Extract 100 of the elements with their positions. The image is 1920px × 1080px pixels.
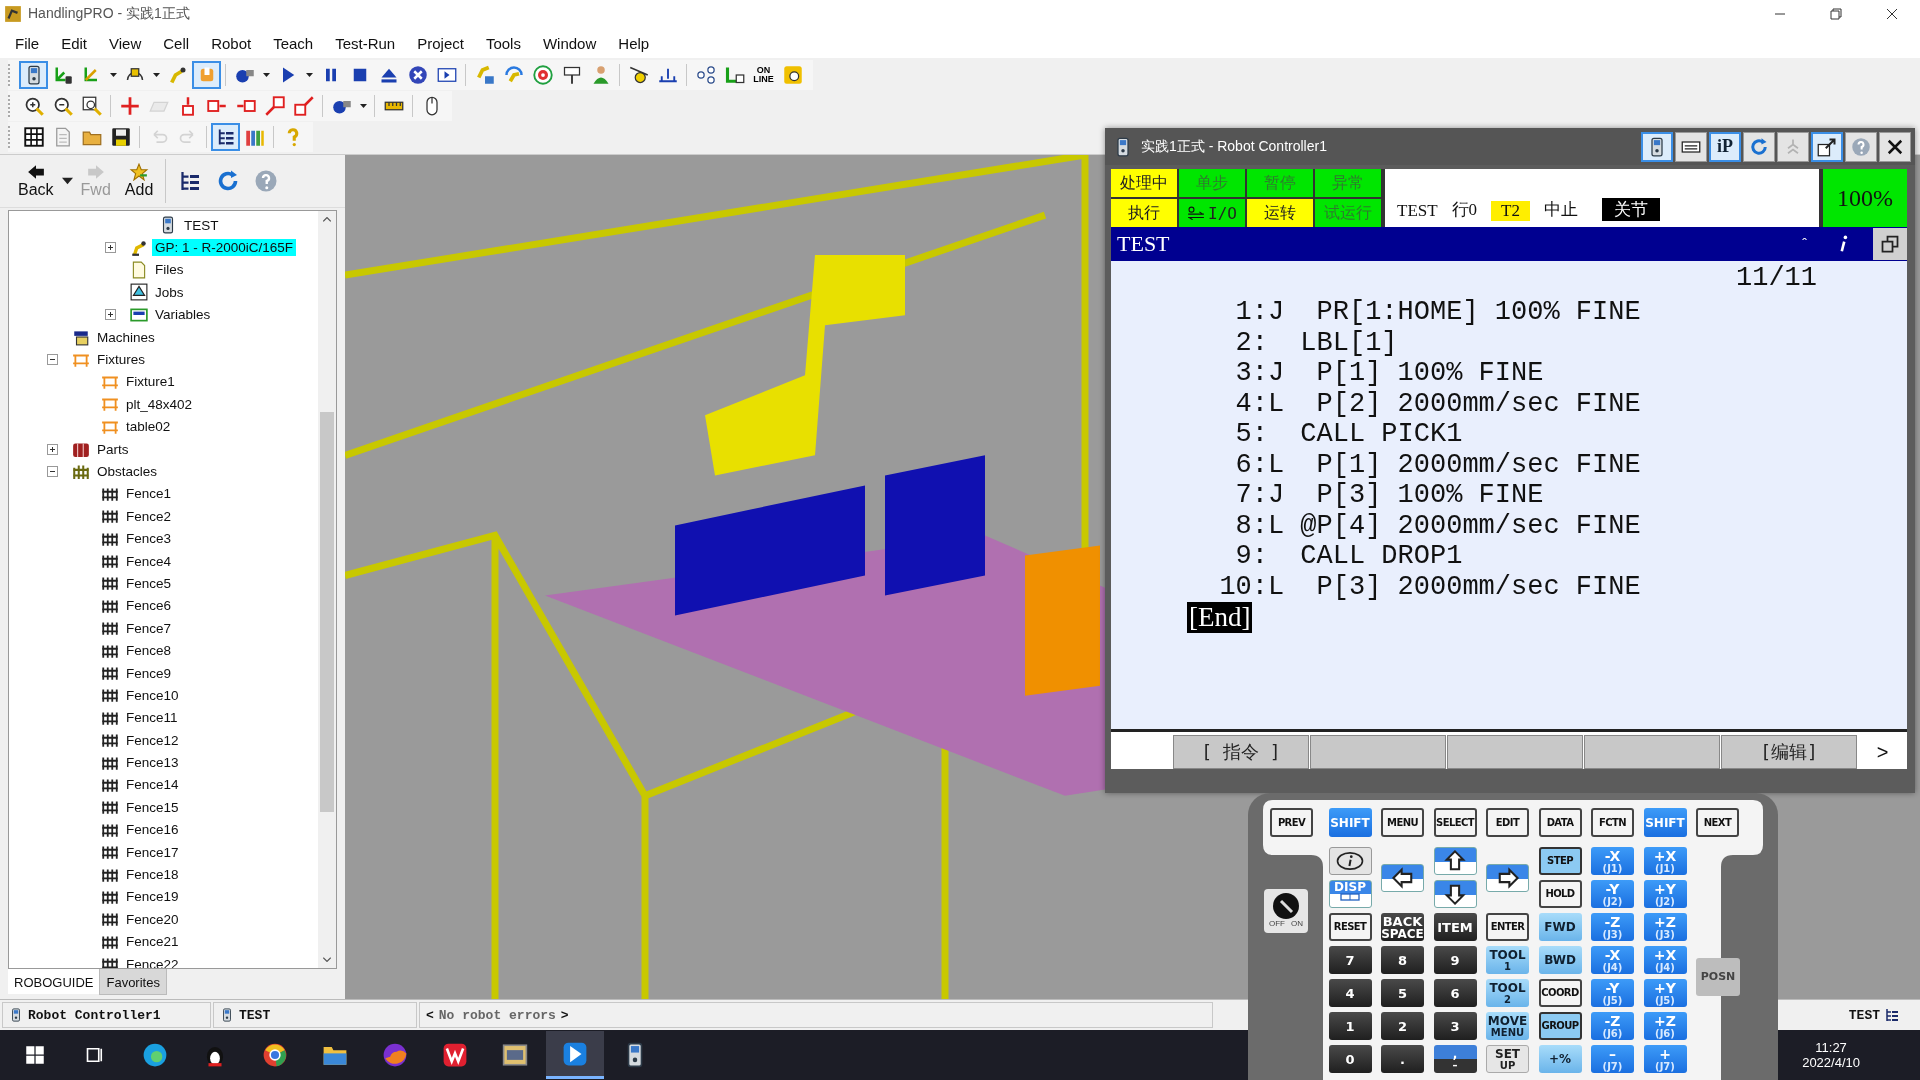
keypad-key[interactable]: 1 (1328, 1012, 1372, 1040)
tree-item[interactable]: TEST (181, 216, 222, 234)
keypad-key[interactable]: SHIFT (1643, 808, 1687, 837)
tree-item[interactable]: Fence4 (123, 552, 175, 570)
keypad-key[interactable]: POSN (1696, 957, 1740, 996)
keypad-key[interactable]: BACK SPACE (1381, 913, 1424, 941)
tree-item[interactable]: Fixture1 (123, 373, 178, 391)
tree-item[interactable]: GP: 1 - R-2000iC/165F (152, 239, 297, 257)
tree-item[interactable]: Machines (94, 328, 158, 346)
keypad-key[interactable]: MOVE MENU (1486, 1012, 1529, 1040)
menu-item[interactable]: Teach (264, 30, 323, 56)
menu-item[interactable]: Help (609, 30, 659, 56)
keypad-key[interactable]: HOLD (1538, 880, 1582, 908)
keypad-key[interactable]: 5 (1381, 979, 1424, 1007)
navigator-button[interactable]: Back (12, 163, 60, 199)
tree-item[interactable]: Fence2 (123, 507, 175, 525)
menu-item[interactable]: Window (533, 30, 606, 56)
tree-item[interactable]: Fence13 (123, 754, 182, 772)
tree-item[interactable]: Jobs (152, 283, 187, 301)
tree-item[interactable]: table02 (123, 418, 174, 436)
tree-item[interactable]: plt_48x402 (123, 395, 196, 413)
tree-item[interactable]: Fence22 (123, 955, 182, 968)
keypad-key[interactable]: FCTN (1591, 808, 1634, 837)
keypad-key[interactable]: 8 (1381, 946, 1424, 974)
function-key[interactable]: [编辑] (1721, 735, 1857, 769)
keypad-key[interactable]: +X (J1) (1643, 847, 1687, 875)
tree-item[interactable]: Fence18 (123, 866, 182, 883)
tree-item[interactable]: Fence1 (123, 485, 175, 503)
tree-item[interactable]: Fence21 (123, 933, 182, 951)
tree-item[interactable]: Fence15 (123, 798, 182, 816)
tree-item[interactable]: Fence3 (123, 530, 175, 548)
keypad-key[interactable]: 4 (1328, 979, 1372, 1007)
keypad-key[interactable]: FWD (1538, 913, 1582, 941)
keypad-key[interactable]: SELECT (1433, 808, 1477, 837)
keypad-key[interactable]: 0 (1328, 1045, 1372, 1073)
panel-tab[interactable]: Favorites (99, 969, 167, 995)
tree-item[interactable]: Files (152, 261, 187, 279)
tree-item[interactable]: Fence7 (123, 619, 175, 637)
menu-item[interactable]: Project (408, 30, 473, 56)
keypad-key[interactable]: DATA (1538, 808, 1582, 837)
enable-switch[interactable]: OFF ON (1264, 888, 1308, 933)
tree-item[interactable]: Fence17 (123, 843, 182, 861)
keypad-key[interactable]: 2 (1381, 1012, 1424, 1040)
keypad-key[interactable]: MENU (1381, 808, 1424, 837)
next-page-arrow[interactable]: > (1858, 735, 1907, 769)
tree-item[interactable]: Fence10 (123, 686, 182, 704)
tree-item[interactable]: Variables (152, 306, 214, 324)
keypad-key[interactable]: 6 (1433, 979, 1477, 1007)
end-marker[interactable]: [End] (1187, 602, 1253, 633)
keypad-key[interactable]: TOOL 2 (1486, 979, 1529, 1007)
navigator-button[interactable]: Add (118, 163, 160, 199)
keypad-key[interactable]: RESET (1328, 913, 1372, 941)
tree-item[interactable]: Fixtures (94, 351, 148, 369)
keypad-key[interactable]: PREV (1270, 808, 1313, 837)
keypad-key[interactable]: BWD (1538, 946, 1582, 974)
menu-item[interactable]: Cell (154, 30, 199, 56)
keypad-key[interactable]: DISP (1328, 880, 1372, 908)
tree-item[interactable]: Fence16 (123, 821, 182, 839)
menu-item[interactable]: Tools (476, 30, 530, 56)
keypad-key[interactable]: +% (1538, 1045, 1582, 1073)
next-arrow[interactable]: > (560, 1007, 569, 1023)
keypad-key[interactable]: 7 (1328, 946, 1372, 974)
menu-item[interactable]: Test-Run (326, 30, 405, 56)
keypad-key[interactable]: 9 (1433, 946, 1477, 974)
keypad-key[interactable]: TOOL 1 (1486, 946, 1529, 974)
menu-item[interactable]: View (100, 30, 151, 56)
tree-item[interactable]: Fence8 (123, 642, 175, 660)
menu-item[interactable]: File (6, 30, 49, 56)
controller-title: 实践1正式 - Robot Controller1 (1141, 137, 1327, 156)
tree-item[interactable]: Fence11 (123, 709, 181, 727)
tree-item[interactable]: Fence5 (123, 574, 175, 592)
tree-item[interactable]: Fence20 (123, 910, 182, 928)
keypad-key[interactable]: SHIFT (1328, 808, 1372, 837)
tree-item[interactable]: Parts (94, 440, 132, 458)
toolbar-button[interactable]: ON LINE (749, 61, 778, 89)
tree-item[interactable]: Fence14 (123, 776, 182, 794)
keypad-key[interactable]: EDIT (1486, 808, 1529, 837)
tree-item[interactable]: Fence12 (123, 731, 182, 749)
keypad-key[interactable]: , – (1433, 1045, 1477, 1073)
keypad-key[interactable]: 3 (1433, 1012, 1477, 1040)
keypad-key[interactable]: COORD (1538, 979, 1582, 1007)
keypad-key[interactable]: GROUP (1538, 1012, 1582, 1040)
keypad-key[interactable]: ENTER (1486, 913, 1529, 941)
controller-tool-button[interactable]: iP (1709, 131, 1741, 162)
keypad-key[interactable]: STEP (1538, 847, 1582, 875)
tree-item[interactable]: Obstacles (94, 463, 161, 480)
keypad-key[interactable]: NEXT (1696, 808, 1739, 837)
program-instruction: PR[1:HOME] 100% FINE (1316, 297, 1641, 328)
tree-item[interactable]: Fence19 (123, 888, 182, 906)
panel-tab[interactable]: ROBOGUIDE (8, 969, 100, 994)
status-text: Robot Controller1 (28, 1007, 161, 1023)
tree-item[interactable]: Fence6 (123, 597, 175, 615)
function-key[interactable]: [ 指令 ] (1173, 735, 1309, 769)
tree-item[interactable]: Fence9 (123, 664, 175, 682)
keypad-key[interactable]: . (1381, 1045, 1424, 1073)
keypad-key[interactable]: ITEM (1433, 913, 1477, 941)
keypad-key[interactable]: SET UP (1486, 1045, 1529, 1073)
previous-arrow[interactable]: < (426, 1007, 434, 1023)
menu-item[interactable]: Robot (202, 30, 261, 56)
menu-item[interactable]: Edit (52, 30, 97, 56)
